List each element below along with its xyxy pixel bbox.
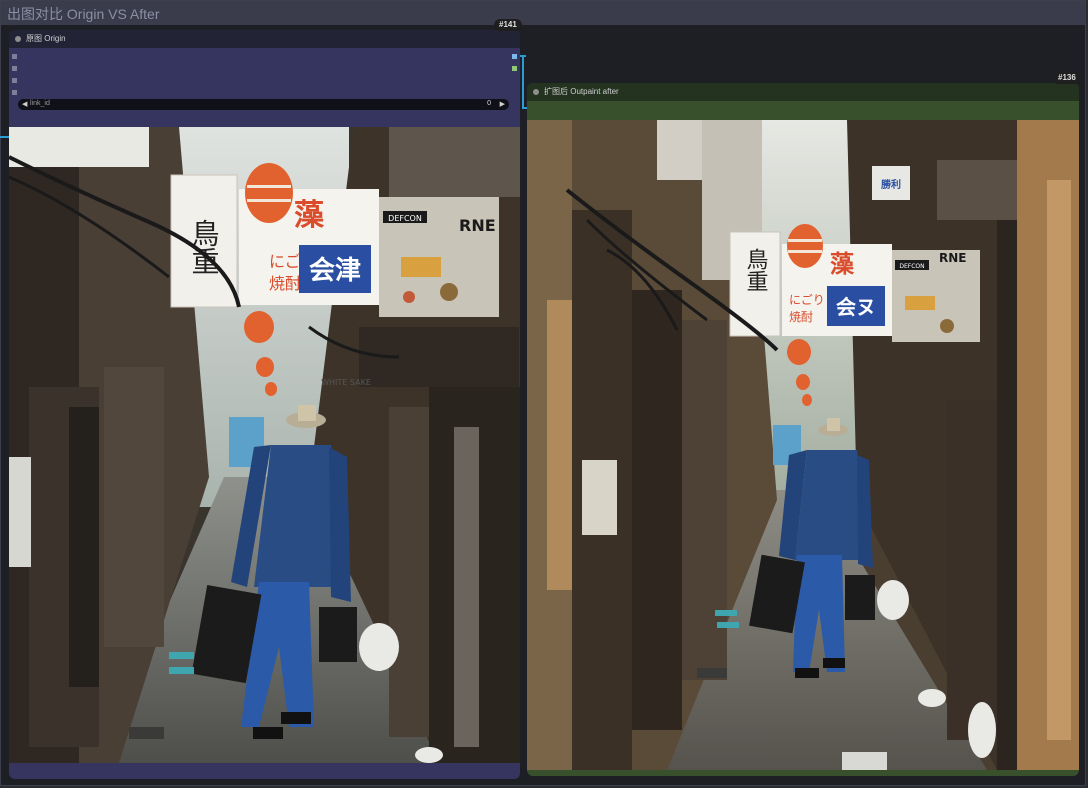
white-sake-sign: WHITE SAKE [321,378,371,387]
input-slot[interactable] [12,66,17,71]
red-sign-char: 藻 [294,198,325,233]
node-after-header[interactable]: 扩图后 Outpaint after [527,83,1079,101]
nigori-text: にごり [789,292,825,307]
shochu-text: 焼酎 [269,274,301,293]
aizu-text: 会津 [309,256,361,286]
defcon-sticker: DEFCON [388,214,422,223]
link-id-label: link_id [30,100,50,107]
input-slot[interactable] [12,78,17,83]
node-after-title: 扩图后 Outpaint after [544,87,619,96]
outpaint-after-image: 勝利 鳥重 藻 にごり 焼酎 会ヌ DEFCON RNE [527,120,1079,770]
small-blue-sign: 勝利 [881,178,901,191]
origin-image: 鳥重 藻 にごり 焼酎 会津 DEFCON RNE WHITE SAKE [9,127,520,763]
output-slot[interactable] [512,54,517,59]
rne-sticker: RNE [939,251,966,265]
input-slot[interactable] [12,54,17,59]
input-slot[interactable] [12,90,17,95]
collapse-dot-icon[interactable] [533,89,539,95]
defcon-sticker: DEFCON [899,263,924,270]
link-id-value[interactable]: 0 [487,100,491,107]
node-id-badge: #136 [1053,72,1081,84]
collapse-dot-icon[interactable] [15,36,21,42]
aizu-text: 会ヌ [836,295,876,319]
shochu-text: 焼酎 [789,309,813,324]
group-header[interactable]: 出图对比 Origin VS After [1,1,1085,25]
node-id-badge: #141 [494,19,522,31]
decrement-arrow-icon[interactable]: ◀ [22,100,27,108]
link-wire [522,55,524,109]
node-origin-header[interactable]: 原图 Origin [9,30,520,48]
group-title: 出图对比 Origin VS After [7,6,160,22]
link-id-widget[interactable]: ◀ link_id 0 ▶ [18,99,509,110]
increment-arrow-icon[interactable]: ▶ [500,100,505,108]
link-wire [0,136,9,138]
output-slot[interactable] [512,66,517,71]
vertical-sign-text: 鳥重 [743,248,769,292]
node-origin-title: 原图 Origin [26,34,66,43]
rne-sticker: RNE [459,216,496,235]
red-sign-char: 藻 [830,249,855,278]
